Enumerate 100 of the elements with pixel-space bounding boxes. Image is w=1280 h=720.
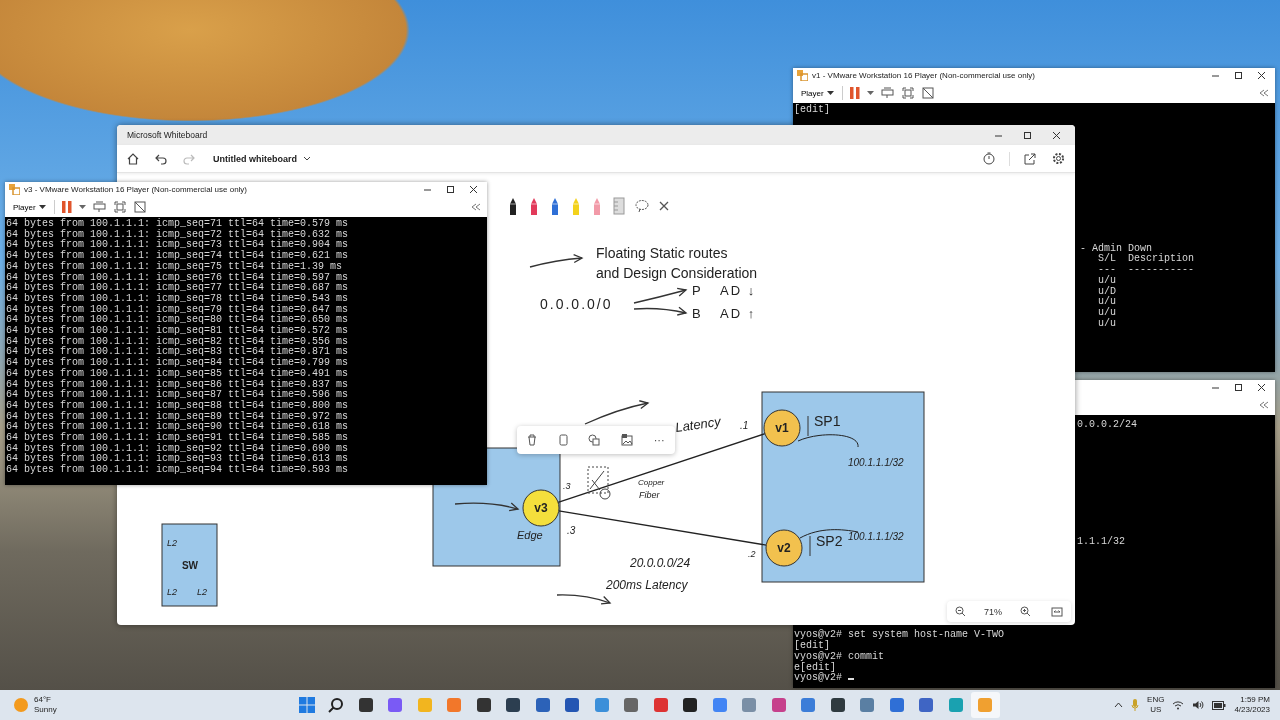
send-keys-button[interactable]: [879, 86, 895, 100]
unity-button[interactable]: [132, 200, 147, 214]
player-menu[interactable]: Player: [11, 201, 48, 213]
handwritten-text: Latency: [674, 413, 722, 435]
terminal-line: [edit]: [794, 641, 830, 652]
send-keys-icon: [880, 87, 894, 99]
caret-icon[interactable]: [866, 90, 874, 96]
maximize-icon: [446, 185, 455, 194]
terminal-line: 64 bytes from 100.1.1.1: icmp_seq=80 ttl=64 time=0.650 ms: [6, 315, 349, 326]
node-label: v1: [775, 421, 789, 435]
fullscreen-button[interactable]: [900, 86, 915, 100]
clock-time[interactable]: 1:59 PM: [1240, 695, 1270, 705]
handwritten-text: 0.0.0.0/0: [540, 296, 613, 312]
caret-icon: [38, 204, 46, 210]
terminal-line: S/L Description: [1098, 254, 1194, 266]
lasso-icon[interactable]: [635, 199, 649, 213]
image-icon: [621, 434, 634, 446]
clock-date[interactable]: 4/23/2023: [1234, 705, 1270, 715]
pause-button[interactable]: [848, 86, 861, 100]
terminal-line: 64 bytes from 100.1.1.1: icmp_seq=83 ttl=64 time=0.871 ms: [6, 347, 349, 358]
handwritten-text: 200ms Latency: [606, 578, 688, 592]
fullscreen-icon: [901, 87, 914, 99]
send-keys-button[interactable]: [91, 200, 107, 214]
terminal-line: 64 bytes from 100.1.1.1: icmp_seq=92 ttl=64 time=0.690 ms: [6, 443, 349, 454]
handwritten-text: AD ↓: [720, 283, 757, 298]
zoom-out-button[interactable]: [953, 604, 968, 619]
more-button[interactable]: ···: [651, 432, 667, 448]
player-menu[interactable]: Player: [799, 87, 836, 99]
handwritten-text: .3: [563, 481, 571, 491]
maximize-icon: [1234, 383, 1243, 392]
handwritten-text: L2: [167, 587, 177, 597]
collapse-icon[interactable]: [1259, 401, 1269, 409]
pen-icon[interactable]: [507, 197, 519, 215]
pause-icon: [849, 87, 860, 99]
handwritten-text: 20.0.0.0/24: [630, 556, 691, 570]
handwritten-text: AD ↑: [720, 306, 757, 321]
handwritten-text: L2: [197, 587, 207, 597]
zoom-in-button[interactable]: [1018, 604, 1033, 619]
arrow-stroke: [556, 594, 612, 605]
share-icon: [1024, 152, 1036, 165]
fullscreen-button[interactable]: [112, 200, 127, 214]
handwritten-text: P: [692, 283, 701, 298]
duplicate-button[interactable]: [586, 432, 603, 448]
handwritten-text: SP1: [814, 413, 841, 429]
terminal-line: 64 bytes from 100.1.1.1: icmp_seq=71 ttl=64 time=0.579 ms: [6, 219, 349, 230]
handwritten-text: 100.1.1.1/32: [848, 457, 904, 468]
window-title: v3 - VMware Workstation 16 Player (Non-commercial use only): [24, 185, 248, 194]
close-icon: [1052, 130, 1061, 140]
leader-line: [797, 434, 859, 448]
terminal-line: 64 bytes from 100.1.1.1: icmp_seq=78 ttl=64 time=0.543 ms: [6, 293, 349, 305]
chevron-down-icon: [303, 156, 311, 161]
terminal-line: [edit]: [794, 105, 830, 116]
terminal-line: 64 bytes from 100.1.1.1: icmp_seq=90 ttl=64 time=0.618 ms: [6, 422, 349, 433]
copy-icon: [557, 434, 568, 446]
pause-icon: [61, 201, 72, 213]
board-name-menu[interactable]: Untitled whiteboard: [209, 151, 315, 166]
terminal-line: u/u: [1098, 307, 1116, 318]
close-icon: [469, 185, 478, 194]
terminal-line: 64 bytes from 100.1.1.1: icmp_seq=79 ttl=64 time=0.647 ms: [6, 304, 349, 315]
timer-icon: [983, 152, 995, 165]
terminal-line: 64 bytes from 100.1.1.1: icmp_seq=73 ttl=64 time=0.904 ms: [6, 240, 349, 251]
pause-button[interactable]: [60, 200, 73, 214]
terminal-line: u/u: [1098, 318, 1116, 330]
fit-to-screen-button[interactable]: [1049, 604, 1065, 619]
input-language[interactable]: ENG: [1147, 695, 1165, 705]
unity-button[interactable]: [920, 86, 935, 100]
image-button[interactable]: [619, 432, 636, 448]
handwritten-text: Copper: [638, 478, 665, 487]
terminal-line: - Admin Down: [1080, 243, 1152, 254]
collapse-icon[interactable]: [471, 203, 481, 211]
speaker-icon[interactable]: [1192, 700, 1205, 710]
handwritten-text: B: [692, 306, 701, 321]
terminal-line: u/D: [1098, 286, 1116, 297]
settings-button[interactable]: [1050, 150, 1067, 167]
handwritten-text: SP2: [816, 533, 843, 549]
handwritten-text: .1: [740, 420, 749, 431]
caret-icon[interactable]: [78, 204, 86, 210]
battery-icon[interactable]: [1212, 700, 1227, 710]
terminal-line: --- -----------: [1098, 265, 1194, 276]
terminal-line: vyos@v2# commit: [794, 651, 884, 663]
handwritten-text: L2: [167, 538, 177, 548]
input-region[interactable]: US: [1150, 705, 1162, 715]
terminal-line: 0.0.0.2/24: [1077, 420, 1137, 431]
terminal-line: e[edit]: [794, 662, 836, 673]
arrow-stroke: [633, 306, 688, 316]
terminal-line: 64 bytes from 100.1.1.1: icmp_seq=91 ttl=64 time=0.585 ms: [6, 433, 349, 444]
wifi-icon[interactable]: [1172, 700, 1185, 710]
unity-icon: [921, 87, 934, 99]
handwritten-text: 100.1.1.1/32: [848, 531, 904, 542]
arrow-stroke: [454, 502, 520, 512]
vmware-logo-icon: [9, 184, 20, 195]
share-button[interactable]: [1022, 150, 1038, 167]
terminal-line: 64 bytes from 100.1.1.1: icmp_seq=87 ttl=64 time=0.596 ms: [6, 390, 349, 401]
close-button[interactable]: [658, 200, 670, 212]
chevron-up-icon[interactable]: [1114, 702, 1124, 708]
terminal-line: 64 bytes from 100.1.1.1: icmp_seq=88 ttl=64 time=0.800 ms: [6, 400, 349, 412]
collapse-icon[interactable]: [1259, 89, 1269, 97]
timer-button[interactable]: [981, 150, 997, 167]
terminal-line: 64 bytes from 100.1.1.1: icmp_seq=84 ttl=64 time=0.799 ms: [6, 358, 349, 369]
terminal-line: vyos@v2#: [794, 673, 854, 684]
